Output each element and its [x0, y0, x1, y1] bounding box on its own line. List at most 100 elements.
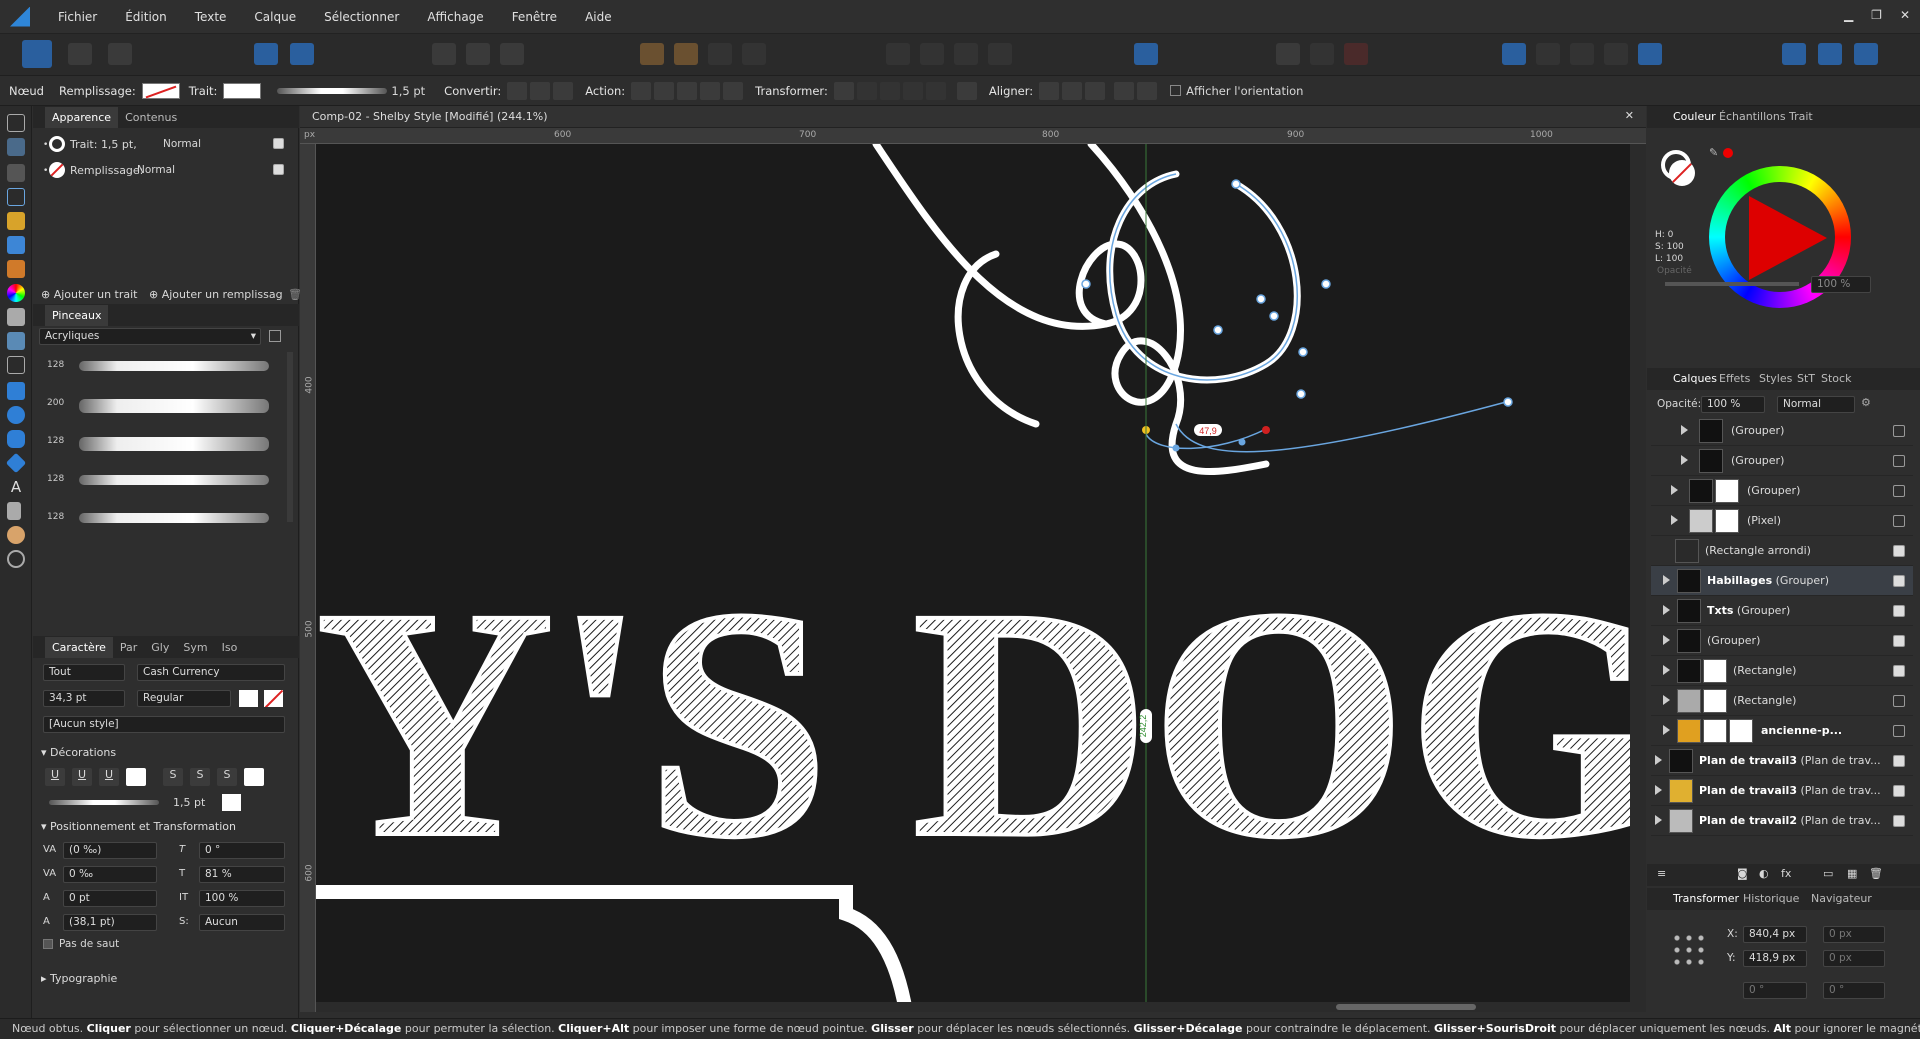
expand-icon[interactable] [1663, 575, 1670, 585]
export-persona-icon[interactable] [108, 43, 132, 65]
break-curve-icon[interactable] [631, 81, 652, 100]
menu-aide[interactable]: Aide [571, 10, 626, 24]
add-fill-icon[interactable]: ⊕ [149, 288, 162, 301]
join-curves-icon[interactable] [700, 81, 721, 100]
share-icon[interactable] [254, 43, 278, 65]
add-stroke-button[interactable]: Ajouter un trait [54, 288, 138, 301]
expand-icon[interactable] [1655, 815, 1662, 825]
decoration-stroke-value[interactable]: 1,5 pt [173, 796, 205, 809]
layer-visibility-checkbox[interactable] [1893, 815, 1905, 827]
align-nodes2-icon[interactable] [1062, 81, 1083, 100]
layer-visibility-checkbox[interactable] [1893, 785, 1905, 797]
menu-selectionner[interactable]: Sélectionner [310, 10, 413, 24]
layer-visibility-checkbox[interactable] [1893, 425, 1905, 437]
adjustment-icon[interactable]: ◐ [1759, 867, 1769, 880]
width-field[interactable]: 0 px [1823, 926, 1885, 943]
baseline-field[interactable]: 0 pt [63, 890, 157, 907]
brush-item[interactable]: 128 [39, 466, 279, 494]
horizontal-scrollbar[interactable] [316, 1002, 1630, 1012]
transform-opt3-icon[interactable] [902, 81, 923, 100]
kerning-field[interactable]: 0 ‰ [63, 866, 157, 883]
tab-pinceaux[interactable]: Pinceaux [45, 304, 109, 326]
layer-visibility-checkbox[interactable] [1893, 635, 1905, 647]
menu-texte[interactable]: Texte [181, 10, 241, 24]
rectangle-tool-icon[interactable] [7, 382, 25, 400]
add-fill-button[interactable]: Ajouter un remplissag [162, 288, 283, 301]
decoration-color-swatch[interactable] [222, 794, 241, 811]
strikethrough-button[interactable]: S [163, 768, 183, 786]
mask-icon[interactable]: ◙ [1737, 867, 1748, 880]
add-stroke-icon[interactable]: ⊕ [41, 288, 54, 301]
layer-row[interactable]: (Rectangle arrondi) [1651, 536, 1913, 566]
color-triangle[interactable] [1749, 196, 1827, 280]
transform-origin-icon[interactable] [956, 81, 977, 100]
layer-visibility-checkbox[interactable] [1893, 605, 1905, 617]
expand-icon[interactable] [1671, 515, 1678, 525]
rotate-left-icon[interactable] [954, 43, 978, 65]
expand-icon[interactable] [1663, 695, 1670, 705]
tab-trait[interactable]: Trait [1789, 110, 1813, 123]
brush-tool-icon[interactable] [7, 260, 25, 278]
leading-field[interactable]: (38,1 pt) [63, 914, 157, 931]
layer-row[interactable]: Txts (Grouper) [1651, 596, 1913, 626]
smooth-curve-icon[interactable] [677, 81, 698, 100]
layer-row[interactable]: (Grouper) [1651, 626, 1913, 656]
transform-opt1-icon[interactable] [856, 81, 877, 100]
x-field[interactable]: 840,4 px [1743, 926, 1807, 943]
rounded-rect-tool-icon[interactable] [7, 430, 25, 448]
document-tab[interactable]: Comp-02 - Shelby Style [Modifié] (244.1%… [300, 106, 1646, 128]
layer-row[interactable]: (Rectangle) [1651, 656, 1913, 686]
align-nodes4-icon[interactable] [1114, 81, 1135, 100]
boolean-divide-icon[interactable] [1638, 43, 1662, 65]
shear-field[interactable]: 0 ° [1823, 982, 1885, 999]
designer-persona-icon[interactable] [22, 40, 52, 68]
align-icon[interactable] [1134, 43, 1158, 65]
transform-opt2-icon[interactable] [879, 81, 900, 100]
text-style-select[interactable]: [Aucun style] [43, 716, 285, 733]
tab-navigateur[interactable]: Navigateur [1811, 892, 1872, 905]
close-document-icon[interactable]: ✕ [1625, 109, 1634, 122]
align-nodes1-icon[interactable] [1039, 81, 1060, 100]
layer-blend-select[interactable]: Normal [1777, 396, 1855, 413]
boolean-xor-icon[interactable] [1604, 43, 1628, 65]
fill-visible-checkbox[interactable] [273, 164, 284, 175]
strike-color-swatch[interactable] [244, 768, 264, 786]
boolean-subtract-icon[interactable] [1536, 43, 1560, 65]
expand-icon[interactable] [1671, 485, 1678, 495]
pencil-tool-icon[interactable] [7, 236, 25, 254]
tab-historique[interactable]: Historique [1743, 892, 1799, 905]
layer-visibility-checkbox[interactable] [1893, 455, 1905, 467]
text-bg-swatch[interactable] [264, 690, 283, 707]
pen-tool-icon[interactable] [7, 212, 25, 230]
order-back-icon[interactable] [640, 43, 664, 65]
crop-tool-icon[interactable] [7, 356, 25, 374]
layer-opacity-field[interactable]: 100 % [1701, 396, 1765, 413]
tab-caractere[interactable]: Caractère [45, 636, 113, 658]
shape-tool-icon[interactable] [5, 452, 27, 474]
layer-visibility-checkbox[interactable] [1893, 485, 1905, 497]
pixel-persona-icon[interactable] [68, 43, 92, 65]
expand-icon[interactable] [1663, 605, 1670, 615]
align-nodes3-icon[interactable] [1085, 81, 1106, 100]
magnet-icon[interactable] [1344, 43, 1368, 65]
skew-field[interactable]: 0 ° [199, 842, 285, 859]
decoration-stroke-preview[interactable] [49, 800, 159, 805]
tab-par[interactable]: Par [113, 637, 144, 658]
color-opacity-field[interactable]: 100 % [1811, 276, 1871, 293]
fill-tool-icon[interactable] [7, 284, 25, 302]
transform-opt4-icon[interactable] [925, 81, 946, 100]
menu-affichage[interactable]: Affichage [413, 10, 497, 24]
orientation-checkbox[interactable] [1170, 85, 1182, 96]
stroke-appearance-row[interactable]: • Trait: 1,5 pt, Normal [43, 132, 293, 156]
snapping-options-icon[interactable] [1310, 43, 1334, 65]
no-break-checkbox[interactable] [43, 939, 53, 949]
fx-icon[interactable]: fx [1781, 867, 1791, 880]
brushes-scrollbar[interactable] [287, 352, 293, 522]
menu-fichier[interactable]: Fichier [44, 10, 111, 24]
layer-visibility-checkbox[interactable] [1893, 515, 1905, 527]
expand-icon[interactable] [1655, 785, 1662, 795]
tab-iso[interactable]: Iso [215, 637, 245, 658]
layer-visibility-checkbox[interactable] [1893, 575, 1905, 587]
transparency-tool-icon[interactable] [7, 308, 25, 326]
snap-nodes-icon[interactable] [500, 43, 524, 65]
